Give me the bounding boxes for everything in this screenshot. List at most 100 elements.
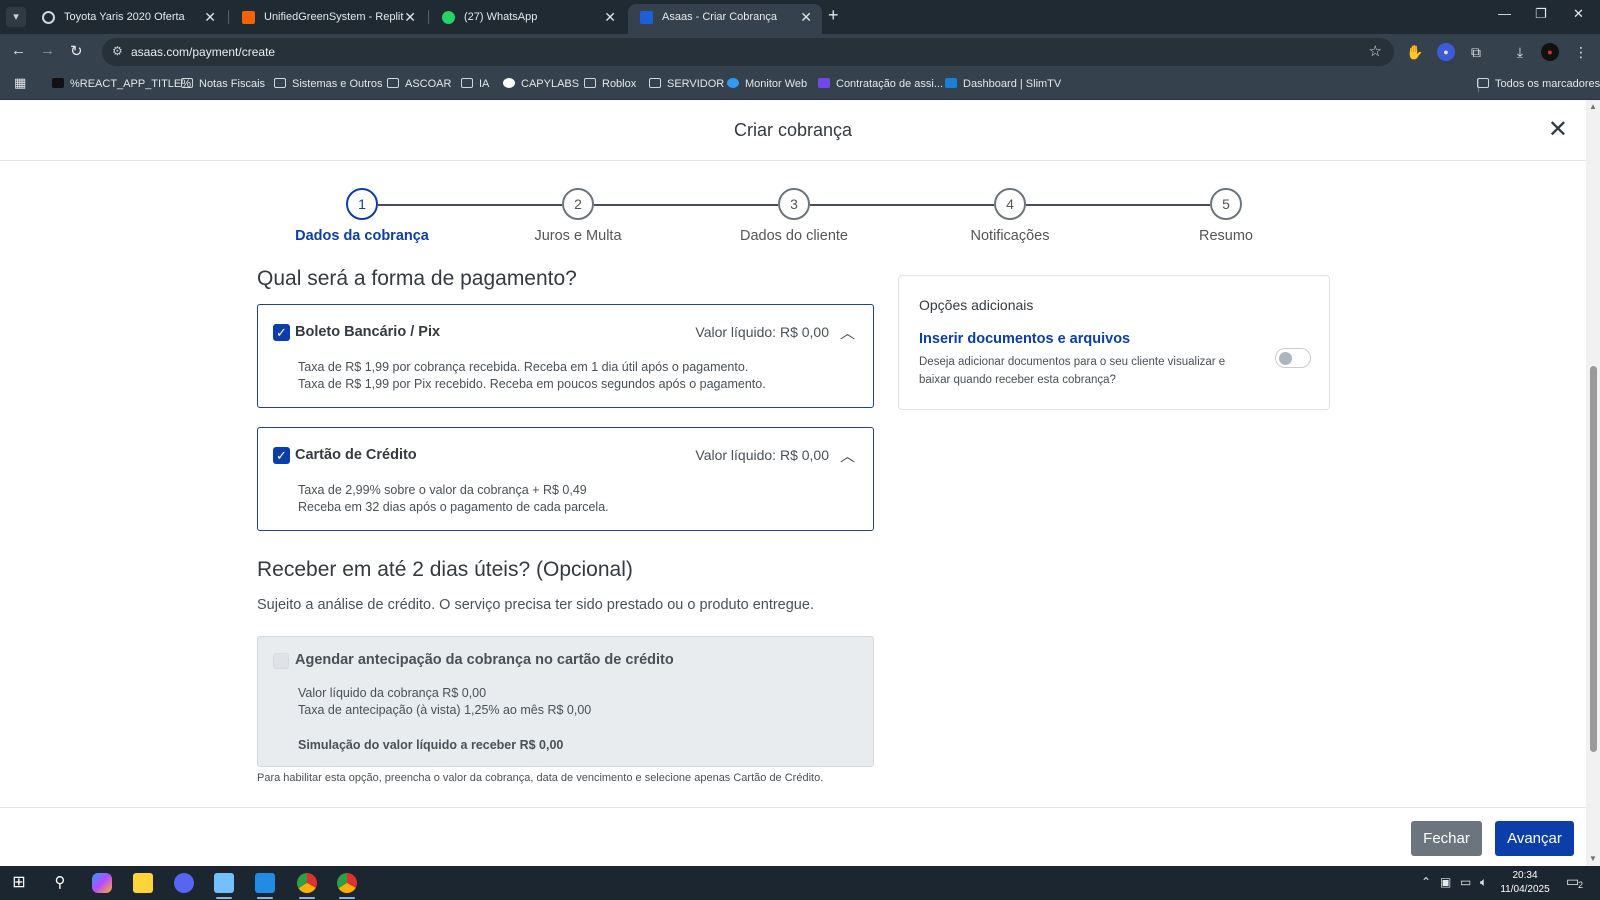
site-settings-icon[interactable]: ⚙	[112, 44, 123, 58]
anticipation-net-value: Valor líquido da cobrança R$ 0,00	[298, 686, 487, 700]
step-3-circle[interactable]: 3	[778, 188, 810, 220]
profile-avatar[interactable]: ●	[1541, 43, 1559, 61]
tab-search-button[interactable]: ▾	[6, 7, 26, 27]
menu-kebab-icon[interactable]: ⋮	[1572, 43, 1590, 61]
clock-time: 20:34	[1512, 870, 1538, 881]
folder-icon	[181, 78, 193, 88]
bookmark-item[interactable]: Dashboard | SlimTV	[945, 78, 1061, 90]
chevron-up-icon[interactable]: ︿	[840, 445, 855, 466]
close-tab-icon[interactable]: ✕	[800, 4, 812, 30]
discord-icon[interactable]	[174, 873, 194, 893]
fee-description: Taxa de 2,99% sobre o valor da cobrança …	[298, 483, 587, 497]
bookmark-folder[interactable]: ASCOAR	[387, 78, 451, 90]
running-indicator	[299, 897, 315, 899]
bookmark-label: Dashboard | SlimTV	[963, 78, 1062, 90]
anticipation-card: Agendar antecipação da cobrança no cartã…	[257, 636, 874, 767]
bookmark-item[interactable]: CAPYLABS	[503, 78, 579, 90]
bookmark-item[interactable]: %REACT_APP_TITLE%	[52, 78, 191, 90]
close-icon[interactable]: ✕	[1548, 115, 1568, 144]
payment-method-title: Cartão de Crédito	[295, 447, 417, 463]
folder-icon	[461, 78, 473, 88]
modal-title: Criar cobrança	[733, 120, 853, 140]
apps-grid-icon[interactable]: ▦	[14, 75, 26, 91]
insert-documents-description: Deseja adicionar documentos para o seu c…	[919, 356, 1226, 386]
calculator-icon[interactable]	[255, 873, 275, 893]
bookmark-folder[interactable]: Sistemas e Outros	[274, 78, 382, 90]
browser-tab[interactable]: Toyota Yaris 2020 Oferta ✕	[30, 4, 226, 34]
payment-method-card-boleto[interactable]: ✓ Boleto Bancário / Pix Valor líquido: R…	[257, 304, 874, 408]
back-icon[interactable]: ←	[11, 42, 26, 59]
chrome-icon[interactable]	[297, 873, 317, 893]
extensions-puzzle-icon[interactable]: ⧉	[1467, 43, 1485, 61]
app-icon[interactable]	[214, 873, 234, 893]
folder-icon	[584, 78, 596, 88]
new-tab-icon[interactable]: +	[828, 5, 839, 26]
bookmark-folder[interactable]: Roblox	[584, 78, 636, 90]
folder-icon	[649, 78, 661, 88]
bookmark-item[interactable]: Monitor Web	[727, 78, 807, 90]
site-icon	[42, 11, 55, 24]
bookmark-star-icon[interactable]: ☆	[1369, 42, 1382, 60]
insert-documents-link[interactable]: Inserir documentos e arquivos	[919, 331, 1130, 347]
tab-divider	[228, 10, 229, 24]
step-2-circle[interactable]: 2	[562, 188, 594, 220]
bookmark-label: Monitor Web	[745, 78, 808, 90]
insert-documents-toggle[interactable]	[1275, 348, 1311, 368]
copilot-icon[interactable]	[92, 873, 112, 893]
browser-tab[interactable]: UnifiedGreenSystem - Replit ✕	[230, 4, 426, 34]
tray-app-icon[interactable]: ▣	[1440, 875, 1451, 889]
chevron-up-icon[interactable]: ︿	[840, 322, 855, 343]
browser-tab[interactable]: (27) WhatsApp ✕	[430, 4, 626, 34]
step-5-circle[interactable]: 5	[1210, 188, 1242, 220]
extension-icon[interactable]: ●	[1437, 43, 1455, 61]
folder-icon	[1477, 78, 1489, 88]
download-icon[interactable]: ⤓	[1511, 43, 1529, 61]
toggle-knob	[1279, 351, 1292, 365]
close-tab-icon[interactable]: ✕	[204, 4, 216, 30]
payment-method-card-credit[interactable]: ✓ Cartão de Crédito Valor líquido: R$ 0,…	[257, 427, 874, 531]
checkbox-checked-icon[interactable]: ✓	[273, 447, 290, 464]
stepper-connector	[1026, 204, 1210, 206]
close-tab-icon[interactable]: ✕	[404, 4, 416, 30]
windows-start-icon[interactable]: ⊞	[9, 873, 29, 893]
extension-icon[interactable]: ✋	[1406, 43, 1424, 61]
browser-tab-active[interactable]: Asaas - Criar Cobrança ✕	[628, 4, 822, 34]
url-text[interactable]: asaas.com/payment/create	[131, 45, 275, 59]
file-explorer-icon[interactable]	[133, 873, 153, 893]
all-bookmarks-folder[interactable]: Todos os marcadores	[1477, 78, 1600, 90]
minimize-icon[interactable]: —	[1498, 6, 1511, 21]
restore-icon[interactable]: ❐	[1535, 6, 1547, 22]
system-clock[interactable]: 20:34 11/04/2025	[1499, 869, 1551, 897]
scroll-down-icon[interactable]: ▼	[1589, 854, 1597, 863]
search-icon[interactable]: ⚲	[50, 873, 70, 893]
bookmark-label: IA	[479, 78, 490, 90]
close-button[interactable]: Fechar	[1411, 821, 1482, 856]
network-icon[interactable]: ▭	[1460, 875, 1471, 889]
whatsapp-icon	[442, 11, 455, 24]
step-4-circle[interactable]: 4	[994, 188, 1026, 220]
asaas-icon	[640, 11, 653, 24]
checkbox-checked-icon[interactable]: ✓	[273, 324, 290, 341]
modal-footer: Fechar Avançar	[0, 807, 1586, 866]
net-value: Valor líquido: R$ 0,00	[695, 447, 829, 463]
step-1-circle[interactable]: 1	[346, 188, 378, 220]
bookmark-folder[interactable]: SERVIDOR	[649, 78, 724, 90]
bookmark-folder[interactable]: Notas Fiscais	[181, 78, 265, 90]
forward-icon[interactable]: →	[40, 42, 55, 59]
bookmark-label: %REACT_APP_TITLE%	[70, 78, 192, 90]
reload-icon[interactable]: ↻	[70, 42, 83, 60]
bookmark-item[interactable]: Contratação de assi...	[818, 78, 943, 90]
window-close-icon[interactable]: ✕	[1573, 6, 1584, 22]
scrollbar-thumb[interactable]	[1590, 366, 1597, 752]
chrome-profile-icon[interactable]	[337, 873, 357, 893]
address-bar[interactable]: ⚙ asaas.com/payment/create ☆	[102, 38, 1394, 66]
chevron-up-icon[interactable]: ⌃	[1421, 875, 1431, 889]
volume-icon[interactable]: 🔈︎	[1480, 875, 1487, 890]
bookmark-folder[interactable]: IA	[461, 78, 489, 90]
close-tab-icon[interactable]: ✕	[604, 4, 616, 30]
slimtv-icon	[945, 78, 957, 88]
scroll-up-icon[interactable]: ▲	[1589, 102, 1597, 111]
step-1-label: Dados da cobrança	[295, 228, 429, 244]
anticipation-checkbox[interactable]	[273, 653, 289, 669]
next-button[interactable]: Avançar	[1495, 821, 1574, 856]
